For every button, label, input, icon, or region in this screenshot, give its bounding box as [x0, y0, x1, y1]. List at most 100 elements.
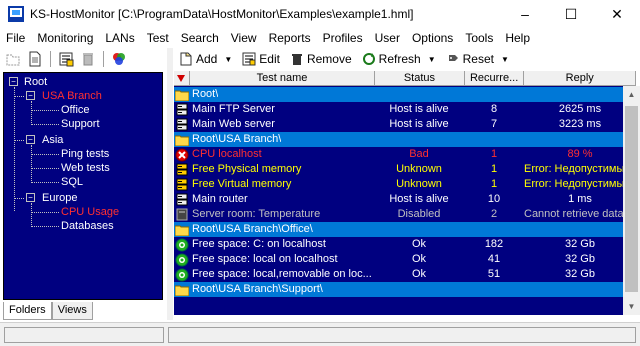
tree-node-cpu-usage[interactable]: CPU Usage: [61, 205, 119, 219]
tree-node-web-tests[interactable]: Web tests: [61, 161, 110, 175]
test-row[interactable]: Free Virtual memory Unknown 1 Error: Недопу…: [174, 177, 636, 192]
test-name-cell: Server room: Temperature: [192, 208, 321, 220]
recurrences-cell: 1: [490, 178, 498, 190]
panel-splitter[interactable]: [167, 48, 173, 320]
recurrences-cell: 182: [484, 238, 504, 250]
reply-cell: 32 Gb: [565, 268, 595, 280]
tree-node-sql[interactable]: SQL: [61, 175, 83, 189]
server-alive-icon: [174, 102, 190, 117]
test-row[interactable]: Server room: Temperature Disabled 2 Cannot …: [174, 207, 636, 222]
folder-icon: [174, 87, 190, 102]
tree-node-root[interactable]: Root: [24, 75, 47, 89]
menu-test[interactable]: Test: [141, 31, 175, 45]
reply-cell: 2625 ms: [558, 103, 602, 115]
menu-profiles[interactable]: Profiles: [317, 31, 369, 45]
recurrences-cell: 1: [490, 163, 498, 175]
folder-path: Root\: [192, 88, 219, 100]
chevron-down-icon[interactable]: ▼: [501, 55, 509, 64]
reset-button[interactable]: Reset ▼: [441, 49, 514, 69]
status-pane-main: [168, 327, 636, 343]
folder-path: Root\USA Branch\Office\: [192, 223, 313, 235]
folder-path: Root\USA Branch\: [192, 133, 282, 145]
status-pane-left: [4, 327, 164, 343]
remove-button[interactable]: Remove: [285, 49, 357, 69]
scroll-up-icon[interactable]: ▲: [623, 86, 640, 103]
column-header-recurrences[interactable]: Recurre...: [464, 71, 525, 86]
test-name-cell: Free Physical memory: [192, 163, 302, 175]
column-header-reply[interactable]: Reply: [524, 71, 636, 86]
folder-row[interactable]: Root\USA Branch\Office\: [174, 222, 636, 237]
collapse-icon[interactable]: −: [26, 193, 35, 202]
color-folders-icon[interactable]: [110, 50, 128, 68]
tree-node-ping-tests[interactable]: Ping tests: [61, 147, 109, 161]
add-icon: [180, 52, 192, 66]
menu-help[interactable]: Help: [499, 31, 536, 45]
chevron-down-icon[interactable]: ▼: [428, 55, 436, 64]
folder-row[interactable]: Root\USA Branch\Support\: [174, 282, 636, 297]
column-header-status[interactable]: Status: [375, 71, 465, 86]
tree-node-usa-branch[interactable]: USA Branch: [42, 89, 102, 103]
test-row[interactable]: Free space: local on localhost Ok 41 32 Gb: [174, 252, 636, 267]
refresh-button[interactable]: Refresh ▼: [357, 49, 441, 69]
menu-view[interactable]: View: [225, 31, 263, 45]
folder-row[interactable]: Root\USA Branch\: [174, 132, 636, 147]
reply-cell: 32 Gb: [565, 238, 595, 250]
folder-row[interactable]: Root\: [174, 87, 636, 102]
test-name-cell: Free Virtual memory: [192, 178, 292, 190]
collapse-icon[interactable]: −: [26, 91, 35, 100]
scroll-down-icon[interactable]: ▼: [623, 298, 640, 315]
edit-button[interactable]: Edit: [237, 49, 285, 69]
menu-search[interactable]: Search: [175, 31, 225, 45]
trash-icon[interactable]: [79, 50, 97, 68]
tab-views[interactable]: Views: [51, 302, 93, 320]
collapse-icon[interactable]: −: [9, 77, 18, 86]
collapse-icon[interactable]: −: [26, 135, 35, 144]
scroll-thumb[interactable]: [625, 106, 638, 292]
status-bad-icon: [174, 147, 190, 162]
column-header-test-name[interactable]: Test name: [189, 71, 376, 86]
minimize-button[interactable]: –: [502, 0, 548, 28]
folder-tree[interactable]: − Root − USA Branch Office Support − Asi…: [3, 72, 163, 300]
folder-path: Root\USA Branch\Support\: [192, 283, 323, 295]
menu-user[interactable]: User: [369, 31, 406, 45]
status-cell: Unknown: [396, 178, 442, 190]
test-row[interactable]: Free space: local,removable on loc... Ok 5…: [174, 267, 636, 282]
test-row[interactable]: CPU localhost Bad 1 89 %: [174, 147, 636, 162]
test-row[interactable]: Main Web server Host is alive 7 3223 ms: [174, 117, 636, 132]
trash-icon: [291, 54, 302, 65]
reset-icon: [448, 55, 458, 61]
test-row[interactable]: Free space: C: on localhost Ok 182 32 Gb: [174, 237, 636, 252]
server-alive-icon: [174, 117, 190, 132]
menu-tools[interactable]: Tools: [459, 31, 499, 45]
new-file-icon[interactable]: [26, 50, 44, 68]
vertical-scrollbar[interactable]: ▲ ▼: [623, 86, 640, 315]
new-folder-icon[interactable]: [4, 50, 22, 68]
status-cell: Ok: [411, 268, 427, 280]
menu-lans[interactable]: LANs: [99, 31, 140, 45]
tree-node-asia[interactable]: Asia: [42, 133, 63, 147]
chevron-down-icon[interactable]: ▼: [224, 55, 232, 64]
status-ok-icon: [174, 267, 190, 282]
tree-node-europe[interactable]: Europe: [42, 191, 77, 205]
recurrences-cell: 1: [490, 148, 498, 160]
title-bar: KS-HostMonitor [C:\ProgramData\HostMonit…: [0, 0, 640, 28]
properties-icon[interactable]: [57, 50, 75, 68]
tab-folders[interactable]: Folders: [3, 302, 52, 320]
menu-options[interactable]: Options: [406, 31, 459, 45]
reply-cell: Error: Недопустимый...: [524, 178, 636, 190]
tree-node-support[interactable]: Support: [61, 117, 100, 131]
tree-node-databases[interactable]: Databases: [61, 219, 114, 233]
test-list[interactable]: Test name Status Recurre... Reply Root\ M…: [174, 71, 636, 315]
test-row[interactable]: Main router Host is alive 10 1 ms: [174, 192, 636, 207]
menu-reports[interactable]: Reports: [263, 31, 317, 45]
menu-monitoring[interactable]: Monitoring: [31, 31, 99, 45]
maximize-button[interactable]: ☐: [548, 0, 594, 28]
test-row[interactable]: Free Physical memory Unknown 1 Error: Недоп…: [174, 162, 636, 177]
close-button[interactable]: ✕: [594, 0, 640, 28]
menu-file[interactable]: File: [0, 31, 31, 45]
tree-node-office[interactable]: Office: [61, 103, 90, 117]
test-row[interactable]: Main FTP Server Host is alive 8 2625 ms: [174, 102, 636, 117]
sort-indicator-icon[interactable]: [174, 71, 190, 86]
status-cell: Host is alive: [389, 193, 449, 205]
add-button[interactable]: Add ▼: [174, 49, 237, 69]
